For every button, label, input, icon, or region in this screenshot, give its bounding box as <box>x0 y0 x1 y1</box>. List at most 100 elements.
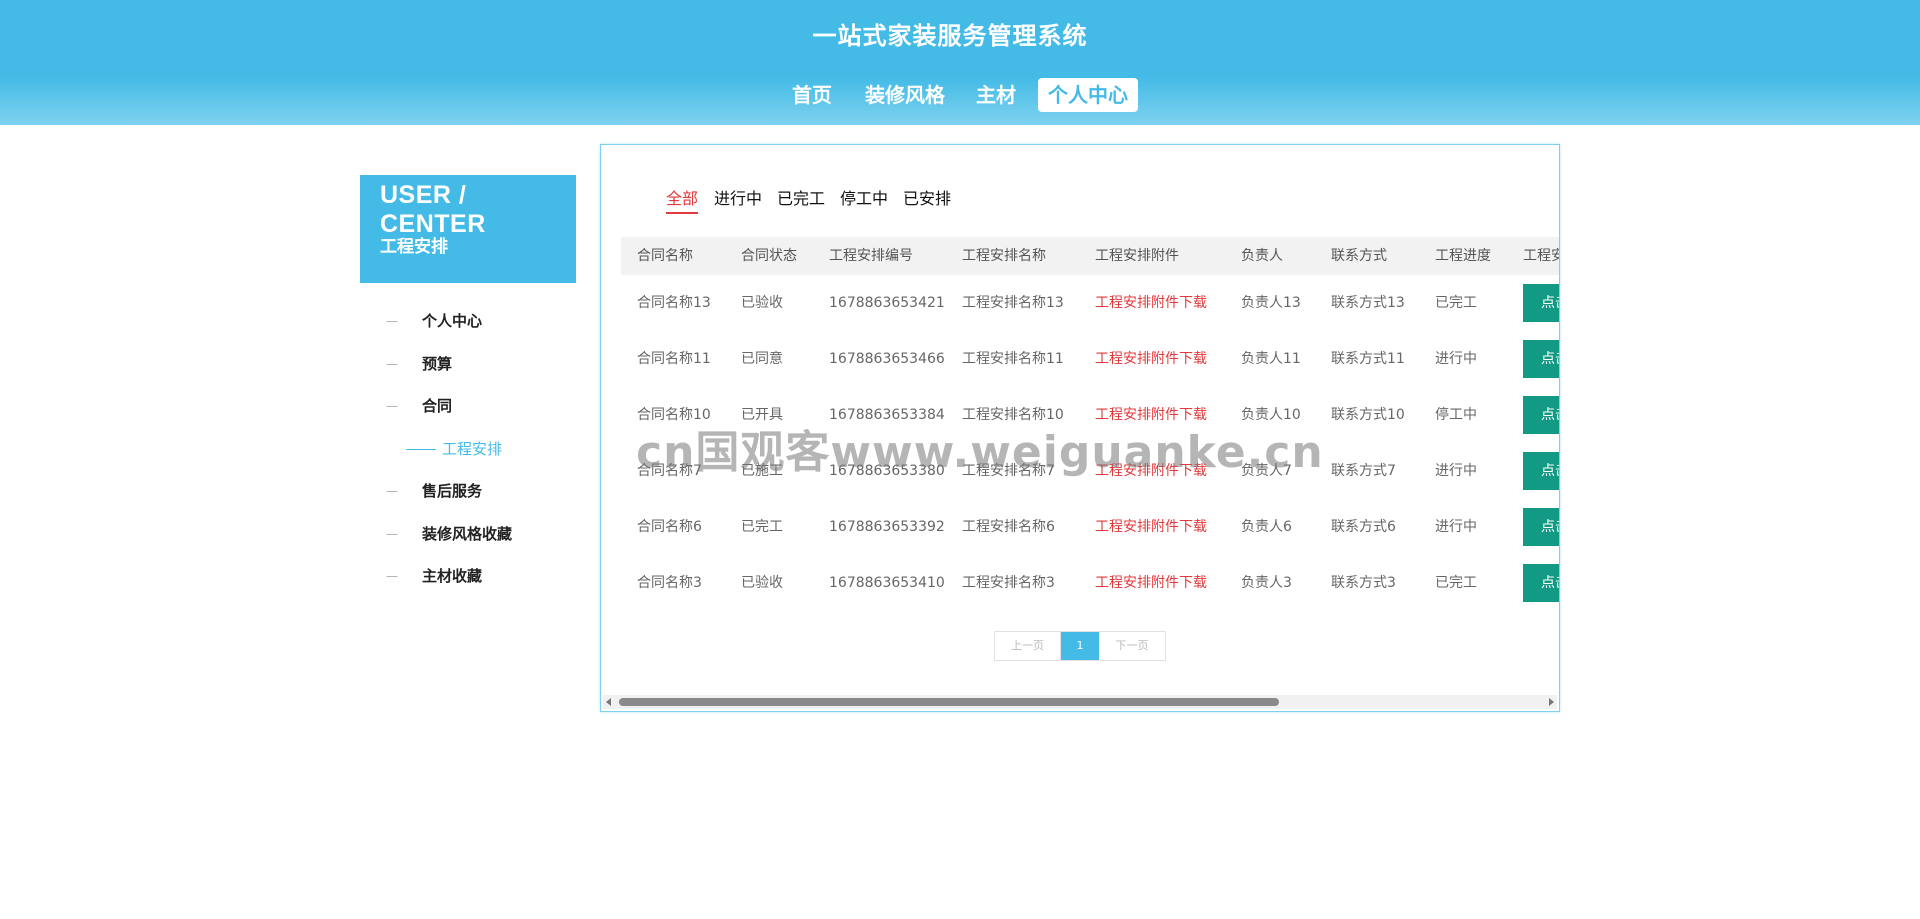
table-row: 合同名称11 已同意 1678863653466 工程安排名称11 工程安排附件… <box>621 331 1559 387</box>
contract-status-cell: 已同意 <box>741 351 783 367</box>
sidebar-item-after-sales[interactable]: — 售后服务 <box>360 476 576 506</box>
arrangement-name-cell: 工程安排名称13 <box>962 295 1064 311</box>
progress-cell: 进行中 <box>1435 463 1477 479</box>
column-header: 联系方式 <box>1331 248 1387 264</box>
sidebar-current-section: 工程安排 <box>380 237 448 257</box>
scroll-left-arrow-icon[interactable] <box>606 698 611 706</box>
content-panel: 全部 进行中 已完工 停工中 已安排 合同名称 合同状态 工程安排编号 工程安排… <box>600 144 1560 712</box>
sidebar-item-budget[interactable]: — 预算 <box>360 349 576 379</box>
contract-status-cell: 已验收 <box>741 295 783 311</box>
attachment-download-link[interactable]: 工程安排附件下载 <box>1095 331 1207 387</box>
contract-status-cell: 已施工 <box>741 463 783 479</box>
view-detail-button[interactable]: 点击 <box>1523 508 1559 546</box>
arrangement-number-cell: 1678863653384 <box>829 407 945 423</box>
contract-name-cell: 合同名称6 <box>637 519 702 535</box>
dash-icon: — <box>386 314 398 328</box>
dash-icon: — <box>386 399 398 413</box>
arrangement-name-cell: 工程安排名称10 <box>962 407 1064 423</box>
arrangement-number-cell: 1678863653380 <box>829 463 945 479</box>
sidebar-item-label: 主材收藏 <box>422 567 483 585</box>
scroll-right-arrow-icon[interactable] <box>1549 698 1554 706</box>
contract-name-cell: 合同名称10 <box>637 407 711 423</box>
tab-suspended[interactable]: 停工中 <box>840 185 888 209</box>
attachment-download-link[interactable]: 工程安排附件下载 <box>1095 499 1207 555</box>
manager-cell: 负责人6 <box>1241 519 1292 535</box>
arrangement-number-cell: 1678863653466 <box>829 351 945 367</box>
tab-in-progress[interactable]: 进行中 <box>714 185 762 209</box>
nav-item-decoration-style[interactable]: 装修风格 <box>858 78 952 112</box>
view-detail-button[interactable]: 点击 <box>1523 396 1559 434</box>
column-header: 工程进度 <box>1435 248 1491 264</box>
contact-cell: 联系方式3 <box>1331 575 1396 591</box>
prev-page-button[interactable]: 上一页 <box>995 632 1061 660</box>
table-header: 合同名称 合同状态 工程安排编号 工程安排名称 工程安排附件 负责人 联系方式 … <box>621 237 1559 275</box>
arrangement-name-cell: 工程安排名称7 <box>962 463 1055 479</box>
column-header: 负责人 <box>1241 248 1283 264</box>
sidebar-item-user-center[interactable]: — 个人中心 <box>360 306 576 336</box>
attachment-download-link[interactable]: 工程安排附件下载 <box>1095 387 1207 443</box>
sidebar-item-contract[interactable]: — 合同 <box>360 391 576 421</box>
sidebar-item-label: 工程安排 <box>442 440 503 458</box>
view-detail-button[interactable]: 点击 <box>1523 284 1559 322</box>
contract-name-cell: 合同名称11 <box>637 351 711 367</box>
manager-cell: 负责人10 <box>1241 407 1301 423</box>
arrangement-name-cell: 工程安排名称3 <box>962 575 1055 591</box>
sidebar-item-label: 售后服务 <box>422 482 483 500</box>
tab-completed[interactable]: 已完工 <box>777 185 825 209</box>
nav-item-home[interactable]: 首页 <box>780 78 844 112</box>
sidebar-item-project-arrangement[interactable]: 工程安排 <box>360 434 576 464</box>
scrollbar-thumb[interactable] <box>619 698 1279 706</box>
manager-cell: 负责人3 <box>1241 575 1292 591</box>
attachment-download-link[interactable]: 工程安排附件下载 <box>1095 443 1207 499</box>
active-indicator-line <box>406 449 436 450</box>
contact-cell: 联系方式13 <box>1331 295 1405 311</box>
contract-status-cell: 已开具 <box>741 407 783 423</box>
nav-item-user-center[interactable]: 个人中心 <box>1038 78 1138 112</box>
sidebar-item-label: 合同 <box>422 397 453 415</box>
progress-cell: 停工中 <box>1435 407 1477 423</box>
attachment-download-link[interactable]: 工程安排附件下载 <box>1095 555 1207 611</box>
arrangement-name-cell: 工程安排名称11 <box>962 351 1064 367</box>
table-row: 合同名称3 已验收 1678863653410 工程安排名称3 工程安排附件下载… <box>621 555 1559 611</box>
sidebar-heading: USER / CENTER <box>380 181 486 238</box>
dash-icon: — <box>386 527 398 541</box>
pagination: 上一页 1 下一页 <box>994 631 1166 661</box>
sidebar-item-material-favorites[interactable]: — 主材收藏 <box>360 561 576 591</box>
tab-all[interactable]: 全部 <box>666 185 699 214</box>
dash-icon: — <box>386 569 398 583</box>
view-detail-button[interactable]: 点击 <box>1523 452 1559 490</box>
nav-item-main-material[interactable]: 主材 <box>966 78 1026 112</box>
dash-icon: — <box>386 484 398 498</box>
contract-name-cell: 合同名称7 <box>637 463 702 479</box>
current-page-button[interactable]: 1 <box>1061 632 1099 660</box>
top-header: 一站式家装服务管理系统 首页 装修风格 主材 个人中心 <box>0 0 1920 125</box>
progress-cell: 已完工 <box>1435 295 1477 311</box>
contract-status-cell: 已完工 <box>741 519 783 535</box>
column-header: 工程安排编号 <box>829 248 913 264</box>
site-title: 一站式家装服务管理系统 <box>812 22 1088 50</box>
sidebar-item-style-favorites[interactable]: — 装修风格收藏 <box>360 519 576 549</box>
attachment-download-link[interactable]: 工程安排附件下载 <box>1095 275 1207 331</box>
view-detail-button[interactable]: 点击 <box>1523 340 1559 378</box>
manager-cell: 负责人11 <box>1241 351 1301 367</box>
progress-cell: 进行中 <box>1435 351 1477 367</box>
arrangement-number-cell: 1678863653392 <box>829 519 945 535</box>
arrangement-number-cell: 1678863653421 <box>829 295 945 311</box>
view-detail-button[interactable]: 点击 <box>1523 564 1559 602</box>
column-header: 合同状态 <box>741 248 797 264</box>
sidebar-item-label: 个人中心 <box>422 312 483 330</box>
contract-status-cell: 已验收 <box>741 575 783 591</box>
table-row: 合同名称6 已完工 1678863653392 工程安排名称6 工程安排附件下载… <box>621 499 1559 555</box>
manager-cell: 负责人13 <box>1241 295 1301 311</box>
top-nav: 首页 装修风格 主材 个人中心 <box>0 78 1920 112</box>
next-page-button[interactable]: 下一页 <box>1099 632 1165 660</box>
sidebar-item-label: 预算 <box>422 355 453 373</box>
dash-icon: — <box>386 357 398 371</box>
horizontal-scrollbar[interactable] <box>603 695 1557 709</box>
table-row: 合同名称13 已验收 1678863653421 工程安排名称13 工程安排附件… <box>621 275 1559 331</box>
contact-cell: 联系方式6 <box>1331 519 1396 535</box>
tab-arranged[interactable]: 已安排 <box>903 185 951 209</box>
table-row: 合同名称10 已开具 1678863653384 工程安排名称10 工程安排附件… <box>621 387 1559 443</box>
contract-name-cell: 合同名称3 <box>637 575 702 591</box>
arrangement-name-cell: 工程安排名称6 <box>962 519 1055 535</box>
